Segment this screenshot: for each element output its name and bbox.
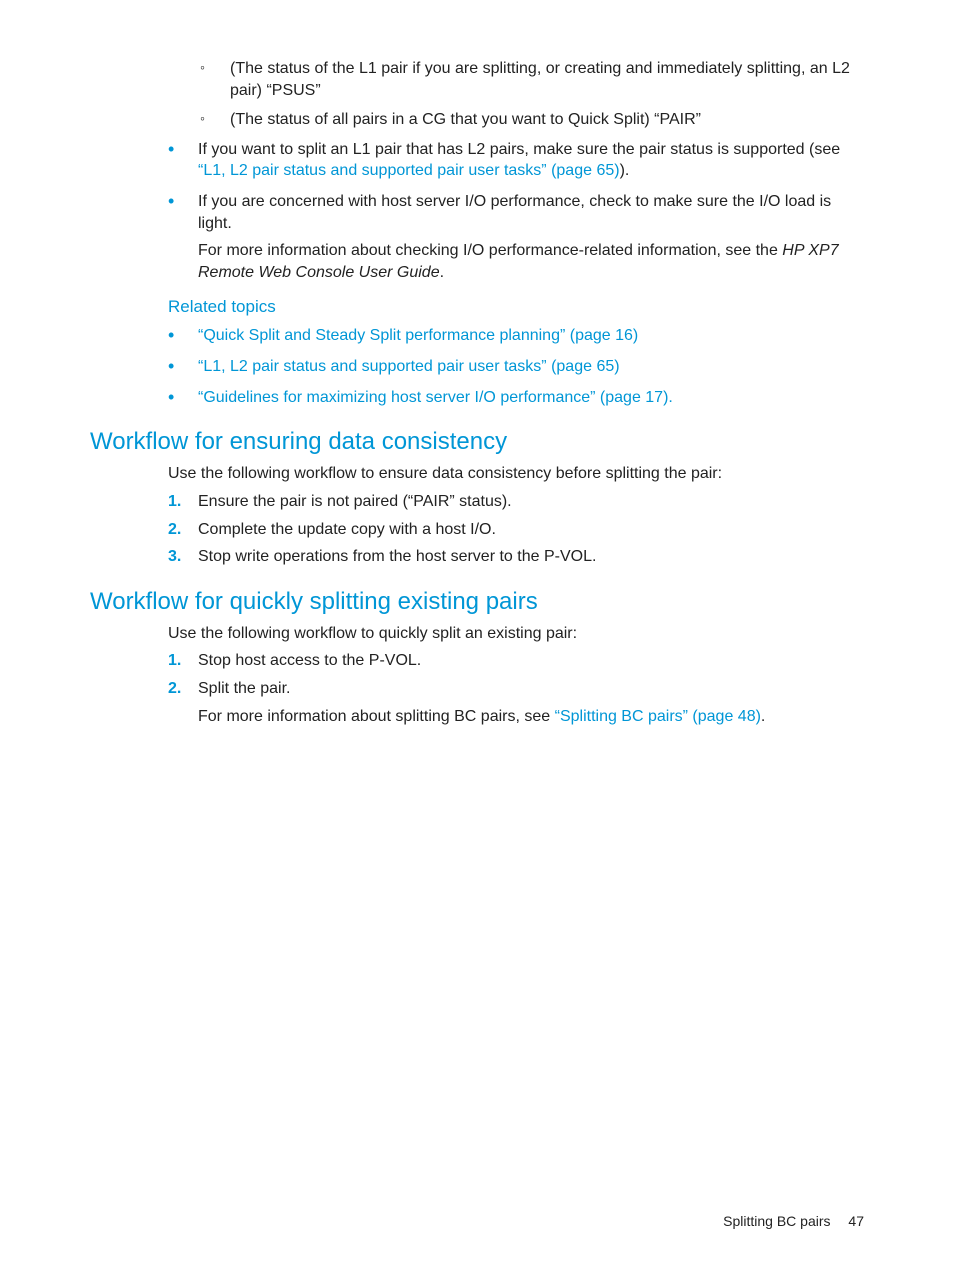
step-text: Stop host access to the P-VOL. (198, 652, 421, 669)
section-heading: Workflow for quickly splitting existing … (90, 586, 864, 617)
list-item-subpara: For more information about splitting BC … (198, 706, 864, 728)
cross-ref-link[interactable]: “Splitting BC pairs” (page 48) (555, 708, 761, 725)
list-item: “Guidelines for maximizing host server I… (168, 387, 864, 409)
continued-bullet-list: If you want to split an L1 pair that has… (90, 139, 864, 284)
list-item: “Quick Split and Steady Split performanc… (168, 325, 864, 347)
related-topics-heading: Related topics (168, 297, 864, 317)
list-item: If you want to split an L1 pair that has… (168, 139, 864, 182)
list-item: “L1, L2 pair status and supported pair u… (168, 356, 864, 378)
section-intro: Use the following workflow to ensure dat… (168, 463, 864, 485)
footer-label: Splitting BC pairs (723, 1213, 830, 1229)
step-text: Split the pair. (198, 680, 291, 697)
continued-sub-list: (The status of the L1 pair if you are sp… (90, 58, 864, 131)
subpara-text: . (761, 708, 765, 725)
list-item-text: If you want to split an L1 pair that has… (198, 141, 840, 158)
list-item: (The status of all pairs in a CG that yo… (200, 109, 864, 131)
cross-ref-link[interactable]: “Guidelines for maximizing host server I… (198, 389, 673, 406)
list-item: If you are concerned with host server I/… (168, 191, 864, 283)
list-item: Stop host access to the P-VOL. (168, 650, 864, 672)
step-text: Complete the update copy with a host I/O… (198, 521, 496, 538)
section-heading: Workflow for ensuring data consistency (90, 426, 864, 457)
section-intro: Use the following workflow to quickly sp… (168, 623, 864, 645)
list-item: Stop write operations from the host serv… (168, 546, 864, 568)
list-item-subpara: For more information about checking I/O … (198, 240, 864, 283)
list-item-text: (The status of the L1 pair if you are sp… (230, 60, 850, 99)
subpara-text: For more information about checking I/O … (198, 242, 782, 259)
list-item: (The status of the L1 pair if you are sp… (200, 58, 864, 101)
subpara-text: For more information about splitting BC … (198, 708, 555, 725)
list-item-text: ). (620, 162, 630, 179)
list-item: Ensure the pair is not paired (“PAIR” st… (168, 491, 864, 513)
cross-ref-link[interactable]: “L1, L2 pair status and supported pair u… (198, 162, 620, 179)
related-topics-list: “Quick Split and Steady Split performanc… (90, 325, 864, 408)
page-number: 47 (848, 1213, 864, 1229)
workflow-steps-list: Stop host access to the P-VOL. Split the… (90, 650, 864, 727)
list-item-text: (The status of all pairs in a CG that yo… (230, 111, 701, 128)
list-item: Complete the update copy with a host I/O… (168, 519, 864, 541)
cross-ref-link[interactable]: “Quick Split and Steady Split performanc… (198, 327, 638, 344)
step-text: Ensure the pair is not paired (“PAIR” st… (198, 493, 512, 510)
list-item: Split the pair. For more information abo… (168, 678, 864, 727)
workflow-steps-list: Ensure the pair is not paired (“PAIR” st… (90, 491, 864, 568)
list-item-text: If you are concerned with host server I/… (198, 193, 831, 232)
page-footer: Splitting BC pairs 47 (723, 1213, 864, 1229)
cross-ref-link[interactable]: “L1, L2 pair status and supported pair u… (198, 358, 620, 375)
step-text: Stop write operations from the host serv… (198, 548, 596, 565)
subpara-text: . (440, 264, 444, 281)
